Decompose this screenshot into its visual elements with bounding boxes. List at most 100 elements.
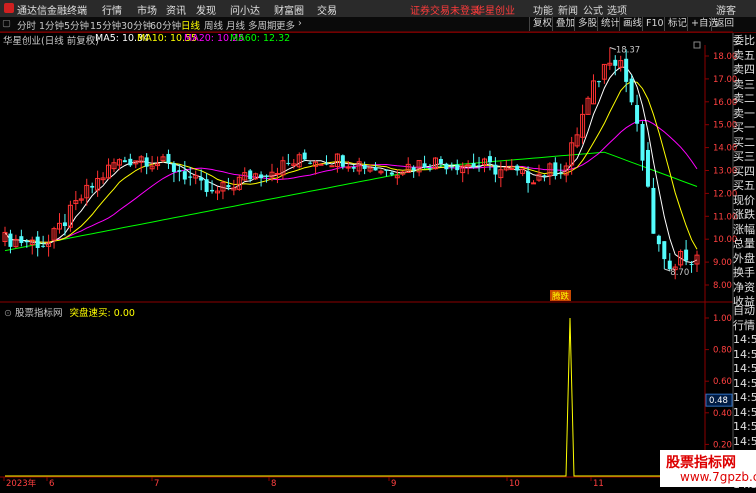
indicator-panel: 1.00 0.80 0.60 0.40 0.20 0.48 (5, 314, 733, 477)
candle-body-down (373, 167, 378, 171)
low-label: 8.70 (670, 268, 689, 278)
side-tick-time-8: 14:50 (733, 420, 756, 433)
watermark-title: 股票指标网 (666, 455, 736, 471)
candle-body-down (264, 175, 269, 177)
candle-body-down (444, 163, 449, 170)
candle-body-down (640, 123, 645, 161)
candle-body-down (389, 172, 394, 175)
candle-body-down (144, 157, 149, 167)
indicator-tick-label: 0.20 (713, 440, 732, 450)
candle-body-down (41, 245, 46, 247)
indicator-label: 突盘速买: 0.00 (69, 308, 135, 319)
side-quote-label-3: 卖三 (733, 77, 755, 91)
side-quote-label-16: 换手 (733, 266, 755, 279)
candle-body-down (553, 162, 558, 176)
candle-body-down (635, 105, 640, 124)
candle-body-down (122, 160, 127, 163)
candle-body-down (128, 158, 133, 166)
side-quote-label-2: 卖四 (733, 63, 755, 76)
candle-body-up (274, 173, 280, 176)
candle-body-down (651, 187, 656, 234)
side-tick-time-6: 14:50 (733, 391, 756, 404)
side-tick-time-9: 14:50 (733, 434, 756, 448)
candle-body-down (438, 159, 443, 164)
candle-body-down (477, 165, 482, 167)
candle-body-down (210, 189, 215, 192)
candle-body-down (177, 170, 182, 172)
candle-body-down (62, 222, 67, 227)
side-quote-label-12: 涨跌 (733, 208, 755, 221)
side-tick-time-2: 14:50 (733, 333, 756, 346)
candle-body-down (613, 59, 618, 66)
watermark: 股票指标网 www.7gpzb.com (660, 450, 756, 487)
indicator-info-line: ⊙ 股票指标网 突盘速买: 0.00 (4, 305, 135, 319)
candle-body-down (8, 233, 13, 247)
indicator-line (5, 317, 697, 477)
candle-body-down (493, 164, 498, 175)
indicator-name: 股票指标网 (15, 308, 63, 319)
candle-body-down (171, 163, 176, 172)
candle-body-down (35, 236, 40, 248)
candle-body-down (596, 81, 601, 83)
event-tag-label: 腾跌 (552, 291, 570, 302)
candle-body-down (340, 155, 345, 167)
side-quote-label-7: 买二 (733, 135, 755, 149)
date-label: 7 (154, 479, 159, 487)
candle-body-down (662, 241, 667, 260)
side-quote-label-6: 买一 (733, 121, 755, 134)
indicator-settings-icon[interactable]: ⊙ (4, 308, 12, 319)
indicator-current-value: 0.48 (709, 396, 728, 406)
side-quote-label-1: 卖五 (733, 48, 755, 62)
side-quote-label-4: 卖二 (733, 92, 755, 105)
side-quote-label-5: 卖一 (733, 106, 755, 120)
candle-body-up (318, 163, 324, 166)
candle-body-down (684, 249, 689, 261)
candle-body-down (90, 185, 95, 188)
candle-body-down (362, 165, 367, 169)
kline-chart[interactable]: 18.0017.0016.0015.0014.0013.0012.0011.00… (0, 0, 756, 487)
high-label: 18.37 (616, 46, 640, 56)
indicator-tick-label: 1.00 (713, 314, 732, 324)
candle-body-down (188, 176, 193, 178)
candle-body-down (542, 175, 547, 177)
side-quote-label-13: 涨幅 (733, 222, 755, 236)
side-quote-panel: 委比 卖五 卖四 卖三 卖二 卖一 买一 买二 买三 买四 买五 现价 涨跌 涨幅 总量 外盘 换手 净资 收益 (733, 34, 756, 310)
candle-body-down (558, 172, 563, 174)
candle-body-up (531, 182, 537, 185)
candle-body-down (422, 163, 427, 168)
candle-body-down (629, 78, 634, 103)
price-tick-label: 8.00 (713, 281, 732, 291)
ma20-path (4, 119, 698, 243)
candle-body-down (487, 156, 492, 163)
date-label: 11 (593, 479, 604, 487)
side-tick-time-4: 14:50 (733, 362, 756, 375)
candle-body-down (449, 166, 454, 168)
ma20-line (4, 119, 698, 243)
candle-body-down (182, 171, 187, 180)
candle-body-down (428, 168, 433, 170)
date-label: 10 (509, 479, 520, 487)
side-quote-label-10: 买五 (733, 179, 755, 192)
candle-body-down (204, 179, 209, 192)
date-label: 8 (271, 479, 276, 487)
collapse-icon (693, 41, 701, 49)
candle-body-down (199, 177, 204, 181)
side-quote-label-9: 买四 (733, 164, 755, 178)
date-label: 9 (391, 479, 396, 487)
candle-body-up (509, 168, 515, 171)
candle-body-down (656, 235, 661, 245)
side-quote-label-11: 现价 (733, 193, 755, 207)
candle-body-down (308, 162, 313, 164)
candle-body-down (471, 163, 476, 168)
indicator-tick-label: 0.80 (713, 346, 732, 356)
candle-body-down (259, 174, 264, 179)
side-tick-time-1: 行情 (733, 318, 755, 332)
candle-body-down (166, 153, 171, 163)
candle-body-up (329, 165, 335, 168)
side-quote-label-15: 外盘 (733, 251, 755, 265)
side-tick-time-7: 14:50 (733, 405, 756, 419)
candle-body-down (19, 236, 24, 243)
side-tick-time-0: 自动 (733, 304, 755, 317)
side-quote-label-8: 买三 (733, 150, 755, 163)
candle-body-down (411, 167, 416, 171)
